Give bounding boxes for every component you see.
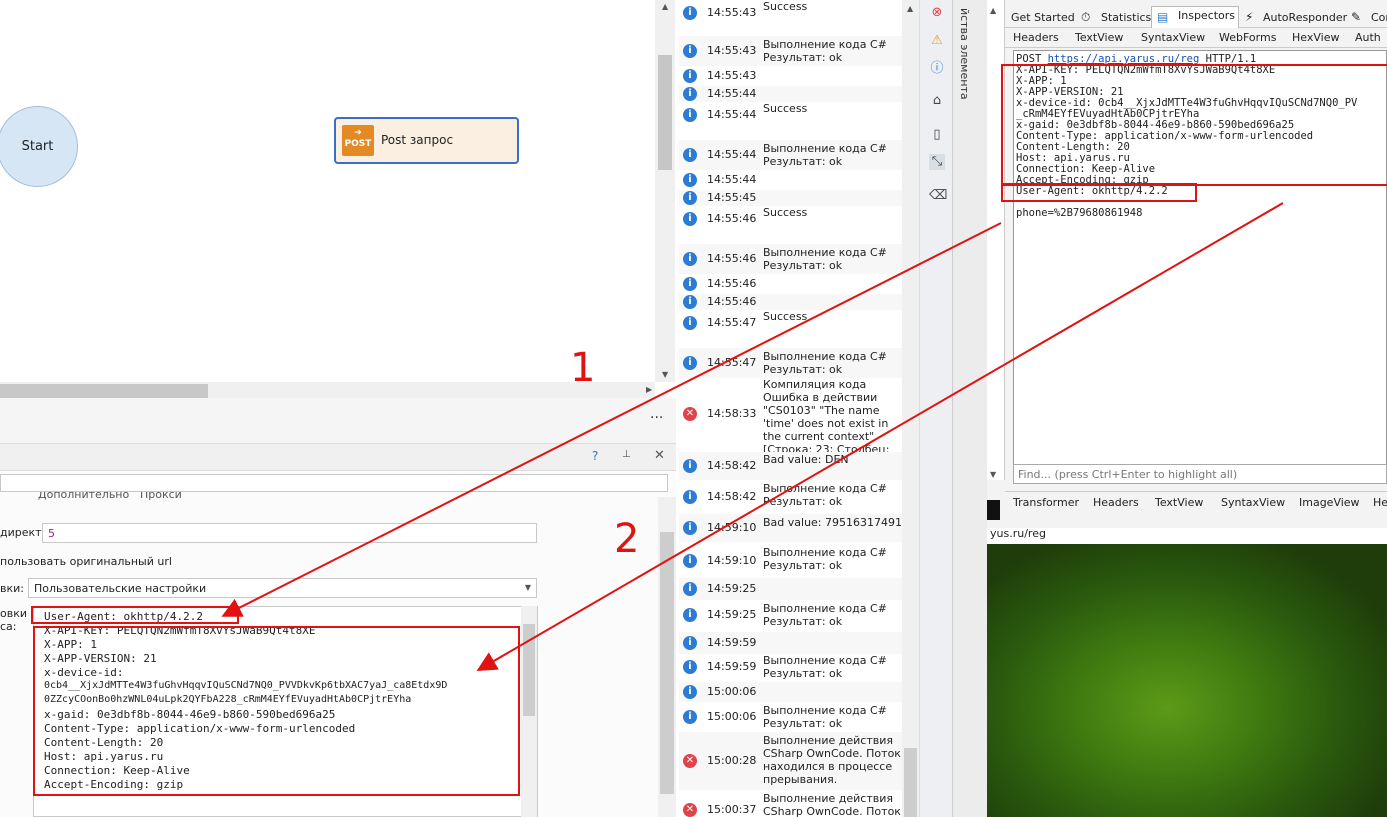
annotation-arrows [221,202,1284,672]
annotation-arrow-two [476,202,1284,672]
annotation-arrow-one [221,222,1002,617]
